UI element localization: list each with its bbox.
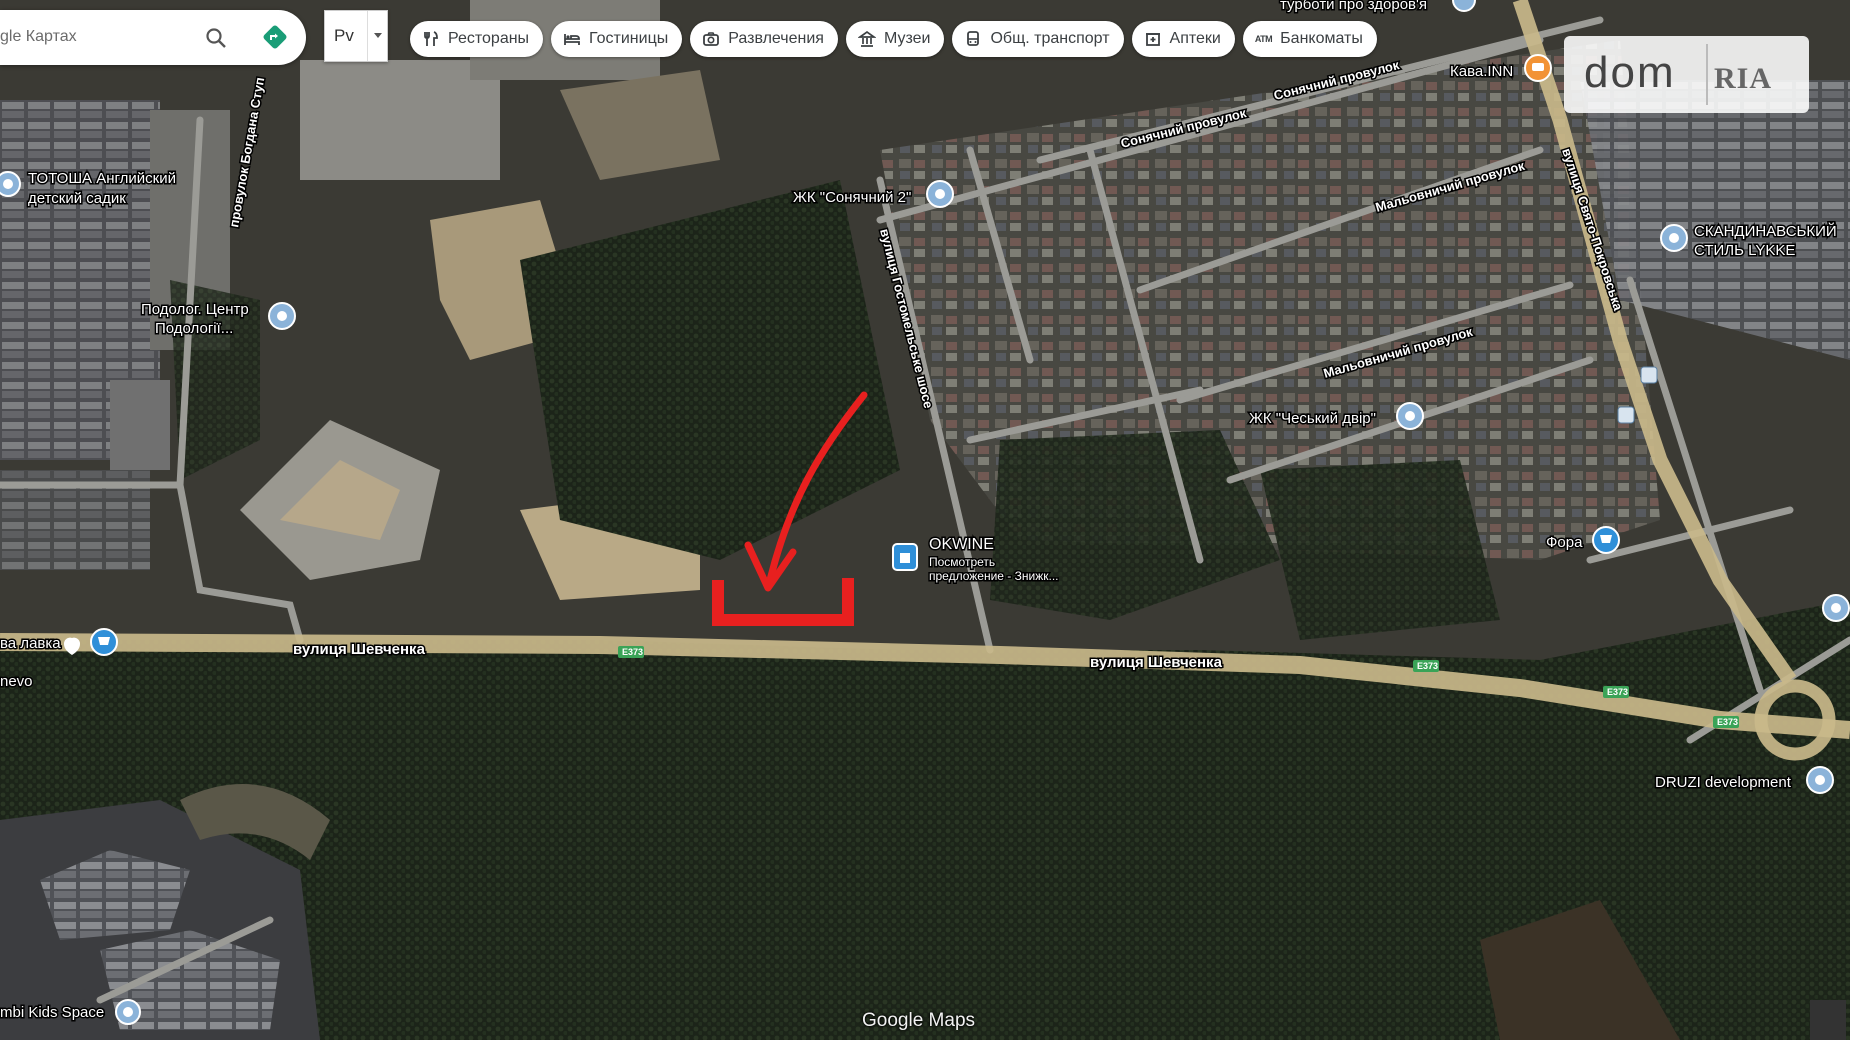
shop-pin[interactable] — [90, 628, 118, 656]
place-label-okwine-sub: предложение - Знижк... — [929, 569, 1059, 583]
bus-stop-icon — [1640, 366, 1658, 384]
place-label-turboty: турботи про здоров'я — [1280, 0, 1427, 13]
place-label-okwine-sub: Посмотреть — [929, 555, 995, 569]
atm-icon: ATM — [1254, 34, 1273, 44]
chip-restaurants[interactable]: Рестораны — [410, 21, 544, 57]
satellite-map[interactable]: E373 E373 E373 E373 вулиця Шевченка вули… — [0, 0, 1850, 1040]
place-label-skandinav: СКАНДИНАВСЬКИЙ — [1694, 222, 1837, 240]
road-label-shevchenka: вулиця Шевченка — [1090, 654, 1223, 671]
place-label-skandinav: СТИЛЬ LYKKE — [1694, 242, 1795, 259]
domria-watermark: dom RIA — [1564, 36, 1809, 113]
place-label-podolog: Подології... — [155, 320, 233, 337]
chip-pharmacies[interactable]: Аптеки — [1131, 21, 1235, 57]
place-pin[interactable] — [1822, 594, 1850, 622]
place-label-sonyachnyi-2: ЖК "Сонячний 2" — [793, 189, 911, 206]
place-label-fora: Фора — [1546, 534, 1583, 551]
route-badge-label: E373 — [622, 647, 643, 657]
camera-icon — [703, 32, 720, 46]
food-pin[interactable] — [1524, 54, 1552, 82]
place-label-cheskyi: ЖК "Чеський двір" — [1249, 410, 1376, 427]
place-label-okwine: OKWINE — [929, 536, 994, 553]
place-label-kids: mbi Kids Space — [0, 1004, 104, 1021]
pegman-icon[interactable] — [1810, 1000, 1846, 1040]
shop-bag-pin[interactable] — [892, 543, 918, 571]
chip-atms[interactable]: ATM Банкоматы — [1242, 21, 1377, 57]
category-chips: Рестораны Гостиницы Развлечения Музеи Об… — [410, 21, 1377, 57]
chip-label: Рестораны — [448, 30, 530, 47]
chip-label: Аптеки — [1169, 30, 1221, 47]
place-label-totosha: детский садик — [28, 190, 126, 207]
hotel-icon — [564, 34, 580, 45]
place-label-lavka: ва лавка — [0, 635, 61, 652]
bus-stop-icon — [1617, 406, 1635, 424]
chip-label: Банкоматы — [1280, 30, 1363, 47]
route-badge-label: E373 — [1607, 687, 1628, 697]
watermark-divider — [1706, 44, 1708, 105]
chip-label: Развлечения — [728, 30, 824, 47]
place-label-totosha: ТОТОША Английский — [28, 170, 176, 187]
route-badge-label: E373 — [1717, 717, 1738, 727]
museum-icon — [857, 30, 876, 47]
place-label-druzi: DRUZI development — [1655, 774, 1792, 791]
directions-icon[interactable] — [262, 24, 288, 50]
pharmacy-icon — [1145, 33, 1160, 46]
place-pin[interactable] — [926, 180, 954, 208]
route-badge-label: E373 — [1417, 661, 1438, 671]
search-box[interactable]: gle Картах — [0, 10, 306, 65]
place-pin[interactable] — [0, 171, 21, 197]
chip-label: Гостиницы — [589, 30, 669, 47]
search-input[interactable]: gle Картах — [0, 28, 170, 46]
chevron-down-icon[interactable] — [367, 11, 388, 61]
layer-select[interactable]: Рv — [324, 10, 388, 62]
bus-icon — [967, 31, 980, 46]
restaurant-icon — [424, 31, 438, 46]
road-label-shevchenka: вулиця Шевченка — [293, 641, 426, 658]
place-pin[interactable] — [1660, 224, 1688, 252]
place-pin[interactable] — [1806, 766, 1834, 794]
chip-transit[interactable]: Общ. транспорт — [952, 21, 1124, 57]
chip-hotels[interactable]: Гостиницы — [551, 21, 683, 57]
place-pin[interactable] — [115, 999, 141, 1025]
shop-pin[interactable] — [1592, 526, 1620, 554]
place-label-kava-inn: Кава.INN — [1450, 63, 1513, 80]
chip-entertainment[interactable]: Развлечения — [690, 21, 838, 57]
watermark-dom: dom — [1584, 48, 1676, 97]
chip-label: Музеи — [883, 30, 931, 47]
place-label-nevo: nevo — [0, 673, 33, 690]
place-pin[interactable] — [268, 302, 296, 330]
search-icon[interactable] — [204, 26, 228, 50]
chip-museums[interactable]: Музеи — [845, 21, 945, 57]
map-attribution: Google Maps — [862, 1010, 976, 1031]
place-label-podolog: Подолог. Центр — [141, 301, 249, 318]
chip-label: Общ. транспорт — [990, 30, 1110, 47]
layer-select-label: Рv — [334, 26, 354, 45]
watermark-ria: RIA — [1714, 62, 1773, 95]
place-pin[interactable] — [1396, 402, 1424, 430]
